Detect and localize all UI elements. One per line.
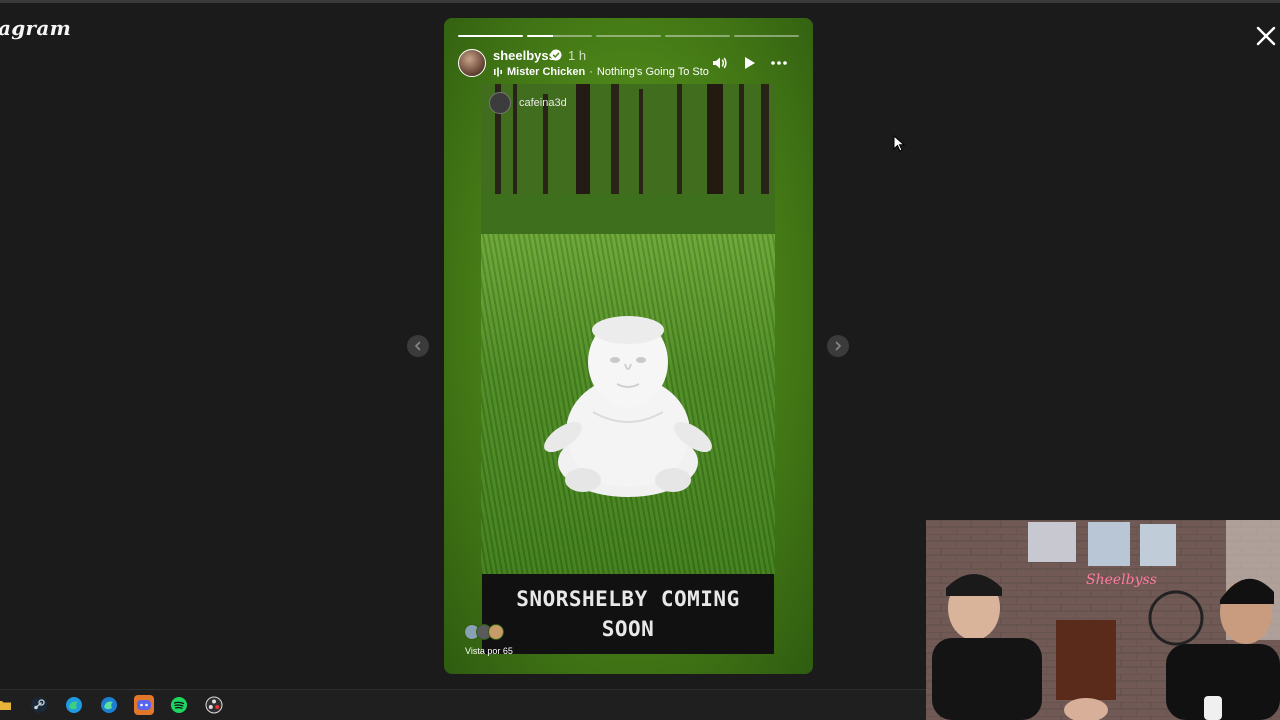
credit-username: cafeina3d xyxy=(519,97,567,109)
more-options-button[interactable] xyxy=(770,54,788,72)
story-progress xyxy=(458,35,799,37)
taskbar-edge-1[interactable] xyxy=(64,695,84,715)
taskbar-steam[interactable] xyxy=(29,695,49,715)
progress-segment xyxy=(665,35,730,37)
volume-icon xyxy=(713,57,727,69)
music-bars-icon xyxy=(494,67,502,77)
edge-icon xyxy=(66,697,82,713)
webcam-overlay: Sheelbyss xyxy=(926,520,1280,720)
play-icon xyxy=(745,57,755,69)
page: agram sheelbyss 1 h Mister Chicken · Not… xyxy=(0,0,1280,720)
story-viewer[interactable]: sheelbyss 1 h Mister Chicken · Nothing's… xyxy=(444,18,813,674)
instagram-logo[interactable]: agram xyxy=(0,16,71,40)
viewer-avatars[interactable] xyxy=(464,624,504,640)
author-username[interactable]: sheelbyss xyxy=(493,48,556,63)
play-button[interactable] xyxy=(740,54,758,72)
story-media[interactable]: cafeina3d xyxy=(481,84,775,574)
svg-text:Sheelbyss: Sheelbyss xyxy=(1086,572,1157,588)
taskbar-spotify[interactable] xyxy=(169,695,189,715)
taskbar xyxy=(0,689,926,720)
taskbar-folder[interactable] xyxy=(0,695,14,715)
chevron-right-icon xyxy=(835,341,842,351)
close-icon xyxy=(1256,26,1276,46)
more-icon xyxy=(771,61,787,65)
white-figurine xyxy=(544,316,712,497)
story-time: 1 h xyxy=(568,48,587,63)
credit-avatar xyxy=(489,92,511,114)
discord-icon xyxy=(137,700,151,710)
webcam-feed: Sheelbyss xyxy=(926,520,1280,720)
media-credit[interactable]: cafeina3d xyxy=(489,92,567,114)
spotify-icon xyxy=(171,697,187,713)
mouse-cursor-icon xyxy=(893,135,905,152)
folder-icon xyxy=(0,701,11,710)
music-song: Nothing's Going To Sto xyxy=(596,66,709,78)
progress-segment xyxy=(734,35,799,37)
taskbar-edge-2[interactable] xyxy=(99,695,119,715)
music-separator: · xyxy=(589,66,593,78)
obs-icon xyxy=(205,696,223,714)
progress-segment xyxy=(458,35,523,37)
close-button[interactable] xyxy=(1254,24,1278,48)
taskbar-obs[interactable] xyxy=(204,695,224,715)
top-border xyxy=(0,0,1280,3)
story-caption: SNORSHELBY COMING SOON xyxy=(482,574,774,654)
viewer-avatar xyxy=(488,624,504,640)
progress-segment xyxy=(527,35,592,37)
edge-icon xyxy=(101,697,117,713)
music-info[interactable]: Mister Chicken · Nothing's Going To Sto xyxy=(493,66,709,78)
steam-icon xyxy=(31,697,47,713)
music-artist: Mister Chicken xyxy=(507,66,586,78)
previous-story-button[interactable] xyxy=(407,335,429,357)
mute-button[interactable] xyxy=(711,54,729,72)
progress-segment xyxy=(596,35,661,37)
author-avatar[interactable] xyxy=(458,49,486,77)
caption-line-1: SNORSHELBY COMING xyxy=(516,587,740,611)
next-story-button[interactable] xyxy=(827,335,849,357)
verified-badge-icon xyxy=(550,49,562,61)
viewer-count[interactable]: Vista por 65 xyxy=(465,646,513,656)
chevron-left-icon xyxy=(414,341,421,351)
taskbar-discord[interactable] xyxy=(134,695,154,715)
caption-line-2: SOON xyxy=(601,617,655,641)
